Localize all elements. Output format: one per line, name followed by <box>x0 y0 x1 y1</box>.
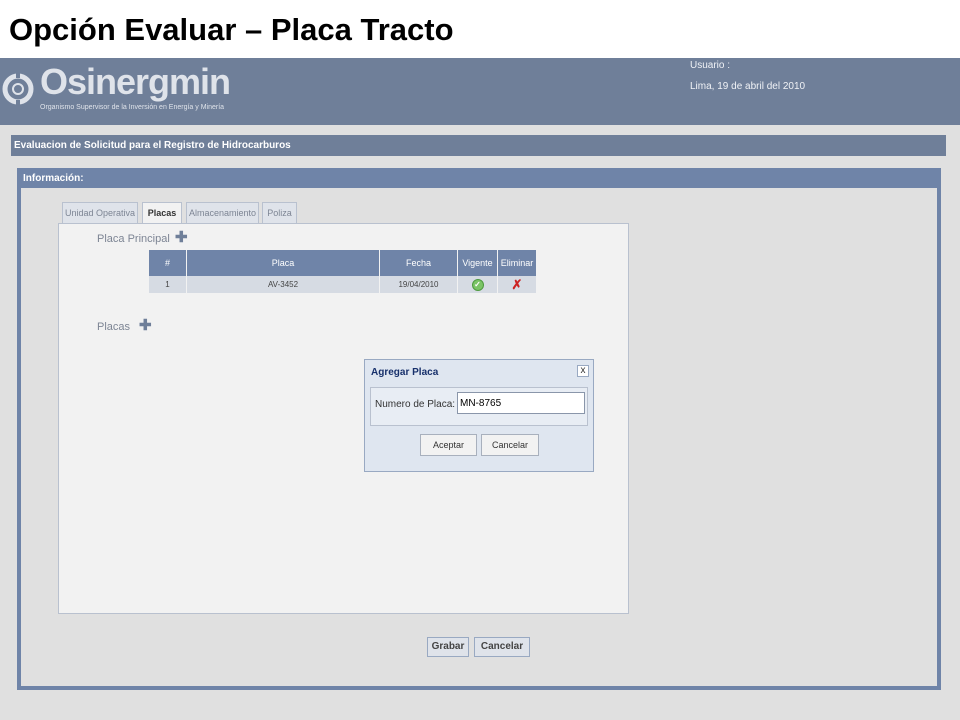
info-title: Información: <box>21 169 937 188</box>
grabar-button[interactable]: Grabar <box>427 637 469 657</box>
osinergmin-logo-icon <box>2 72 34 106</box>
dialog-fieldset: Numero de Placa: <box>370 387 588 426</box>
cell-placa: AV-3452 <box>187 276 379 293</box>
cell-eliminar: ✗ <box>498 276 536 293</box>
add-placa-icon[interactable]: ✚ <box>139 318 152 333</box>
delete-icon[interactable]: ✗ <box>512 277 523 292</box>
tab-placas[interactable]: Placas <box>142 202 182 225</box>
app-window: Osinergmin Organismo Supervisor de la In… <box>0 58 960 720</box>
app-header: Osinergmin Organismo Supervisor de la In… <box>0 58 960 125</box>
cancelar-button[interactable]: Cancelar <box>474 637 530 657</box>
placa-principal-table: # Placa Fecha Vigente Eliminar 1 AV-3452… <box>148 250 537 293</box>
user-label: Usuario : <box>690 60 731 71</box>
logo-subtitle: Organismo Supervisor de la Inversión en … <box>40 104 225 111</box>
dialog-title: Agregar Placa <box>371 367 439 378</box>
dialog-cancelar-button[interactable]: Cancelar <box>481 434 539 456</box>
cell-fecha: 19/04/2010 <box>380 276 457 293</box>
close-icon[interactable]: x <box>577 365 589 377</box>
numero-placa-label: Numero de Placa: <box>375 399 456 410</box>
aceptar-button[interactable]: Aceptar <box>420 434 477 456</box>
placa-principal-label: Placa Principal <box>97 233 170 245</box>
tab-almacenamiento[interactable]: Almacenamiento <box>186 202 259 224</box>
logo-name: Osinergmin <box>40 61 231 102</box>
column-header-num[interactable]: # <box>149 250 186 276</box>
date-text: Lima, 19 de abril del 2010 <box>690 81 806 92</box>
column-header-fecha[interactable]: Fecha <box>380 250 457 276</box>
slide-title: Opción Evaluar – Placa Tracto <box>9 12 454 47</box>
cell-num: 1 <box>149 276 186 293</box>
cell-vigente: ✓ <box>458 276 497 293</box>
add-placa-principal-icon[interactable]: ✚ <box>175 230 188 245</box>
column-header-placa[interactable]: Placa <box>187 250 379 276</box>
tab-unidad-operativa[interactable]: Unidad Operativa <box>62 202 138 224</box>
placas-label: Placas <box>97 321 131 333</box>
table-row[interactable]: 1 AV-3452 19/04/2010 ✓ ✗ <box>149 276 536 293</box>
agregar-placa-dialog: Agregar Placa x Numero de Placa: Aceptar… <box>364 359 594 472</box>
tab-poliza[interactable]: Poliza <box>262 202 297 224</box>
numero-placa-input[interactable] <box>457 392 585 414</box>
column-header-vigente[interactable]: Vigente <box>458 250 497 276</box>
check-icon: ✓ <box>471 278 484 291</box>
column-header-eliminar[interactable]: Eliminar <box>498 250 536 276</box>
section-title: Evaluacion de Solicitud para el Registro… <box>11 135 946 156</box>
